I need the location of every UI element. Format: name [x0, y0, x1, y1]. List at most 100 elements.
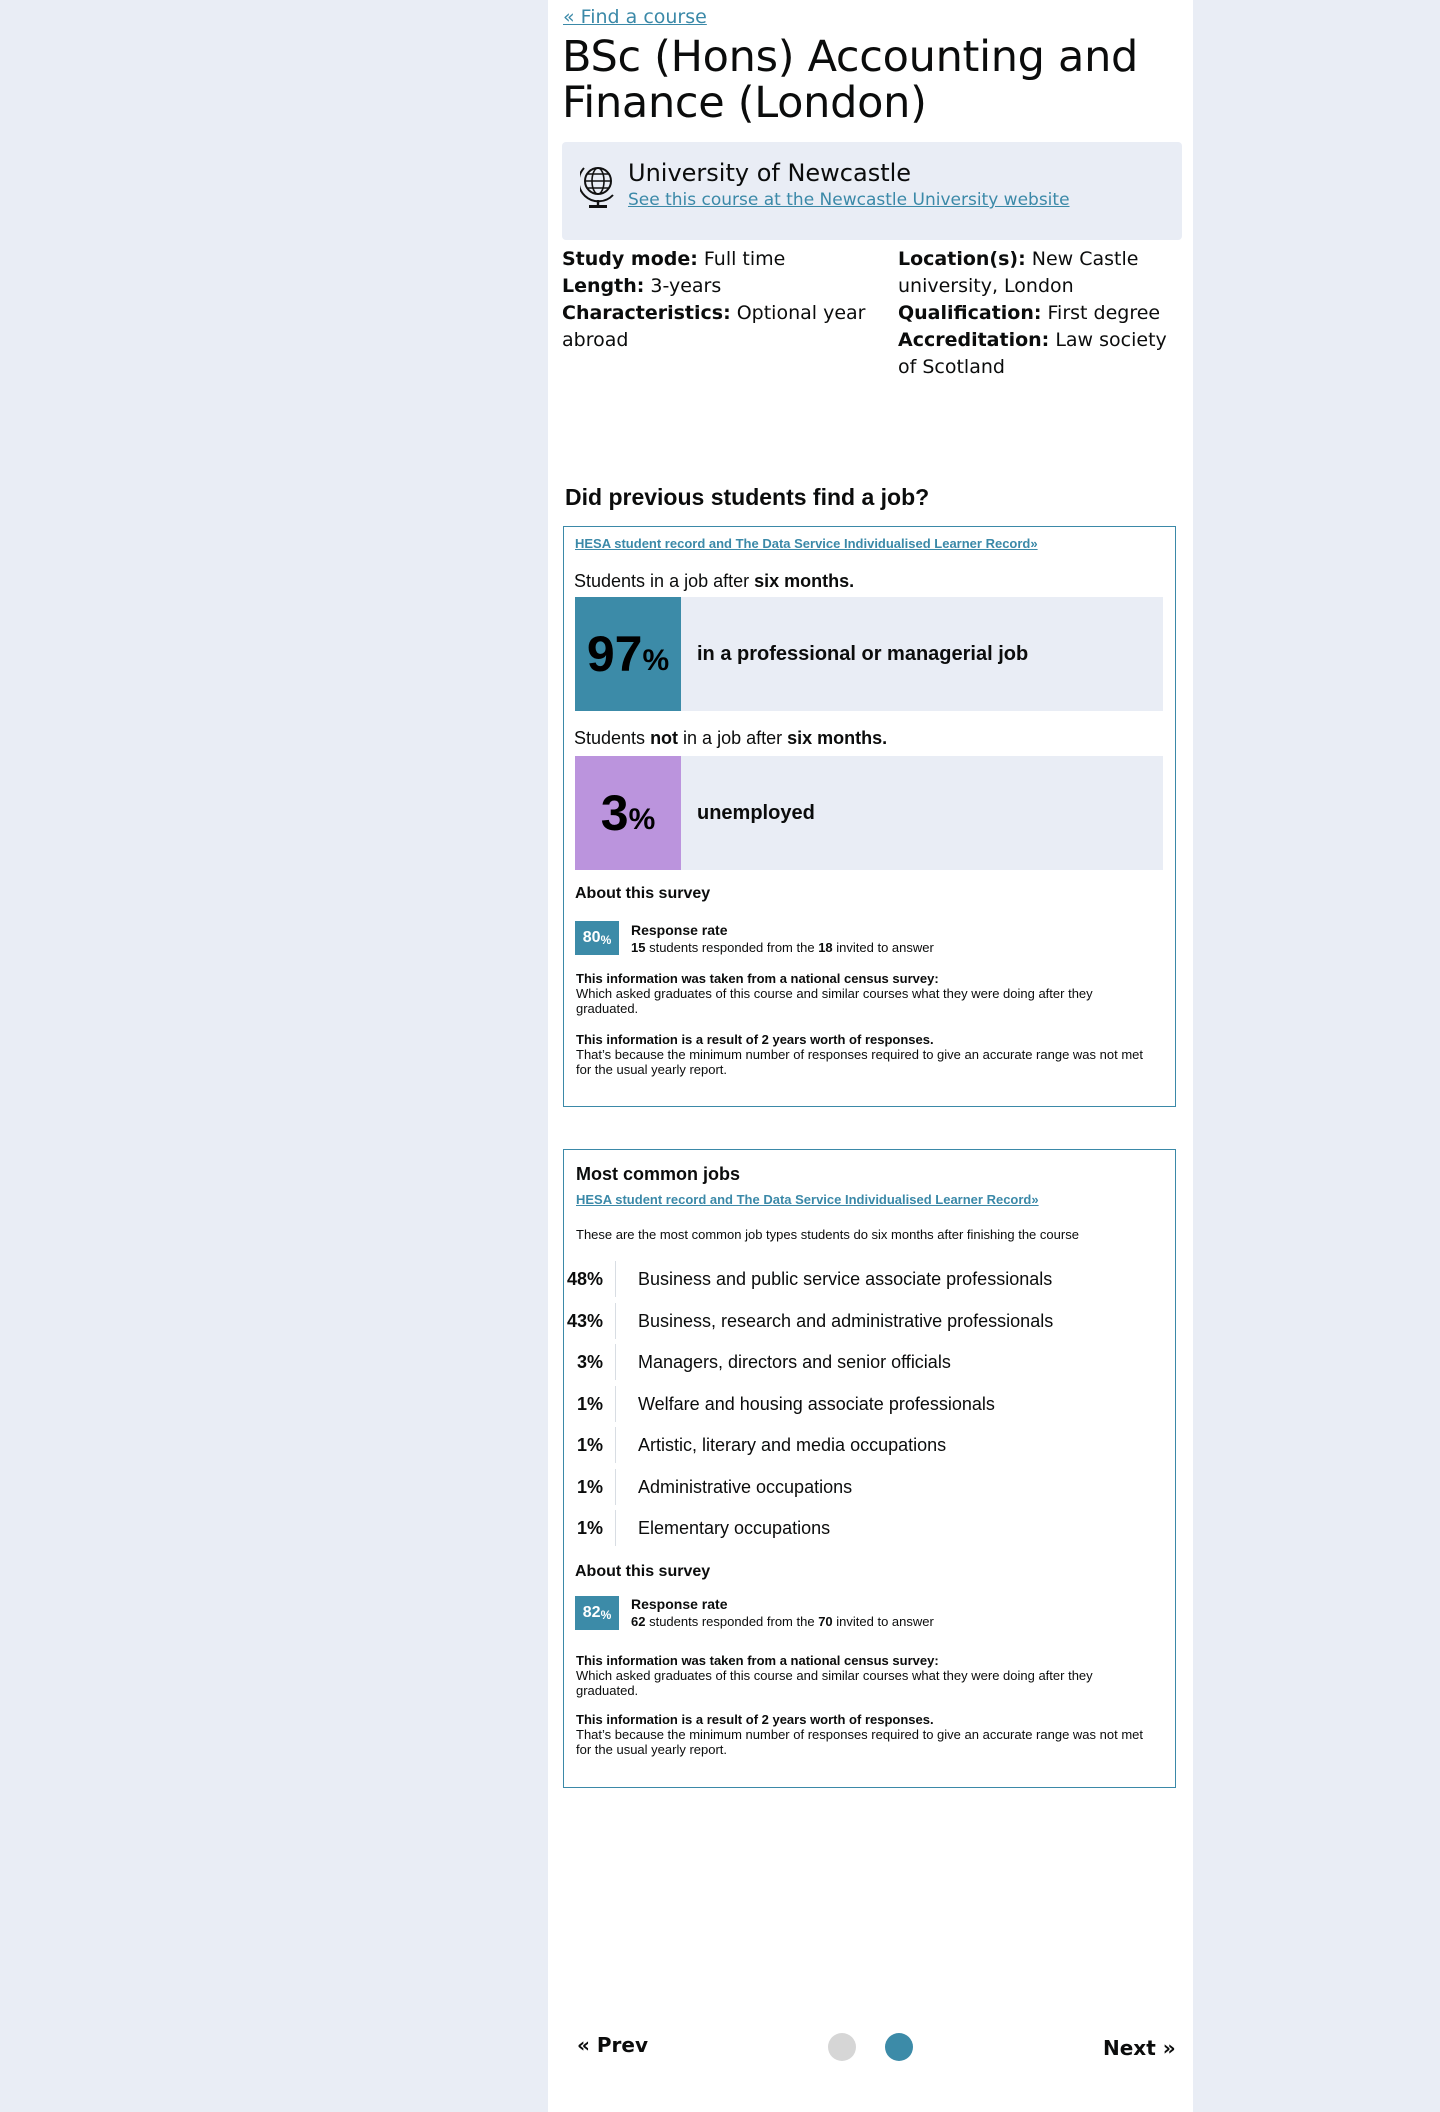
fact-label: Qualification:	[898, 302, 1042, 324]
fact-length: Length: 3-years	[562, 273, 882, 300]
job-row: 48% Business and public service associate…	[564, 1261, 1175, 1303]
note-text: Which asked graduates of this course and…	[576, 1668, 1093, 1698]
course-title: BSc (Hons) Accounting and Finance (Londo…	[562, 32, 1139, 128]
in-job-label: in a professional or managerial job	[697, 642, 1029, 665]
response-rate-badge: 80%	[575, 921, 619, 955]
response-rate-text: 62 students responded from the 70 invite…	[631, 1614, 934, 1629]
data-source-link[interactable]: HESA student record and The Data Service…	[575, 536, 1038, 551]
lead-bold: not	[650, 728, 679, 748]
university-name: University of Newcastle	[628, 159, 912, 187]
data-source-link[interactable]: HESA student record and The Data Service…	[576, 1192, 1039, 1207]
fact-locations: Location(s): New Castle university, Lond…	[898, 246, 1188, 300]
job-name: Elementary occupations	[638, 1518, 831, 1538]
census-note: This information was taken from a nation…	[576, 1653, 1146, 1698]
responded-count: 62	[631, 1614, 646, 1629]
note-title: This information was taken from a nation…	[576, 1653, 939, 1668]
university-card: University of Newcastle See this course …	[562, 142, 1182, 240]
next-button[interactable]: Next »	[1103, 2036, 1176, 2060]
fact-value: 3-years	[650, 275, 722, 297]
percent-sign: %	[600, 932, 612, 947]
invited-count: 18	[818, 940, 833, 955]
two-years-note: This information is a result of 2 years …	[576, 1712, 1146, 1757]
fact-label: Accreditation:	[898, 329, 1050, 351]
census-note: This information was taken from a nation…	[576, 971, 1146, 1016]
common-jobs-title: Most common jobs	[576, 1164, 741, 1184]
note-text: That’s because the minimum number of res…	[576, 1727, 1144, 1757]
fact-label: Study mode:	[562, 248, 698, 270]
job-name: Business, research and administrative pr…	[638, 1310, 1054, 1331]
employment-panel: HESA student record and The Data Service…	[563, 526, 1176, 1107]
percent-sign: %	[628, 803, 656, 836]
not-in-job-lead: Students not in a job after six months.	[574, 728, 887, 749]
job-percentage: 43%	[564, 1302, 616, 1339]
fact-label: Location(s):	[898, 248, 1026, 270]
note-title: This information was taken from a nation…	[576, 971, 939, 986]
response-rate-title: Response rate	[631, 922, 728, 938]
invited-count: 70	[818, 1614, 833, 1629]
job-name: Artistic, literary and media occupations	[638, 1435, 947, 1455]
job-percentage: 3%	[564, 1344, 616, 1380]
job-percentage: 1%	[564, 1427, 616, 1463]
note-text: That’s because the minimum number of res…	[576, 1047, 1144, 1077]
university-website-link[interactable]: See this course at the Newcastle Univers…	[628, 190, 1070, 210]
fact-characteristics: Characteristics: Optional year abroad	[562, 300, 882, 354]
course-facts-right: Location(s): New Castle university, Lond…	[898, 246, 1188, 381]
common-jobs-list: 48% Business and public service associate…	[564, 1261, 1175, 1552]
rate-text: students responded from the	[645, 1614, 819, 1629]
in-job-stat: 97% in a professional or managerial job	[575, 597, 1163, 711]
job-percentage: 1%	[564, 1468, 616, 1505]
page-dot-1[interactable]	[828, 2033, 856, 2061]
lead-text: Students	[574, 728, 651, 748]
response-rate-badge: 82%	[575, 1596, 619, 1630]
job-percentage: 48%	[564, 1261, 616, 1297]
in-job-percentage: 97%	[575, 597, 681, 711]
percentage-value: 97	[586, 626, 643, 682]
fact-accreditation: Accreditation: Law society of Scotland	[898, 327, 1188, 381]
course-facts-left: Study mode: Full time Length: 3-years Ch…	[562, 246, 882, 354]
about-survey-heading: About this survey	[575, 1563, 711, 1580]
unemployed-label: unemployed	[697, 801, 815, 824]
rate-value: 80	[582, 929, 601, 946]
lead-bold: six months.	[754, 571, 855, 591]
page-dot-2-active[interactable]	[885, 2033, 913, 2061]
job-row: 1% Artistic, literary and media occupatio…	[564, 1427, 1175, 1469]
job-name: Welfare and housing associate profession…	[638, 1393, 995, 1414]
responded-count: 15	[631, 940, 646, 955]
job-name: Administrative occupations	[638, 1476, 853, 1497]
job-percentage: 1%	[564, 1510, 616, 1546]
note-text: Which asked graduates of this course and…	[576, 986, 1093, 1016]
in-job-lead: Students in a job after six months.	[574, 571, 854, 592]
note-title: This information is a result of 2 years …	[576, 1032, 934, 1047]
fact-qualification: Qualification: First degree	[898, 300, 1188, 327]
job-row: 3% Managers, directors and senior officia…	[564, 1344, 1175, 1386]
job-name: Business and public service associate pr…	[638, 1269, 1053, 1289]
percentage-value: 3	[600, 785, 629, 841]
fact-study-mode: Study mode: Full time	[562, 246, 882, 273]
lead-text: Students in a job after	[574, 571, 755, 591]
job-row: 1% Administrative occupations	[564, 1468, 1175, 1511]
about-survey-heading: About this survey	[575, 885, 711, 902]
job-section-heading: Did previous students find a job?	[565, 484, 930, 510]
unemployed-stat: 3% unemployed	[575, 756, 1163, 870]
lead-text: in a job after	[678, 728, 788, 748]
note-title: This information is a result of 2 years …	[576, 1712, 934, 1727]
main-column: « Find a course BSc (Hons) Accounting an…	[548, 0, 1193, 2112]
globe-icon	[580, 167, 614, 208]
common-jobs-intro: These are the most common job types stud…	[576, 1227, 1079, 1242]
lead-bold: six months.	[787, 728, 888, 748]
common-jobs-panel: Most common jobs HESA student record and…	[563, 1149, 1176, 1788]
two-years-note: This information is a result of 2 years …	[576, 1032, 1146, 1077]
job-row: 43% Business, research and administrative…	[564, 1302, 1175, 1345]
prev-button[interactable]: « Prev	[577, 2033, 648, 2057]
rate-text: invited to answer	[832, 1614, 934, 1629]
response-rate-text: 15 students responded from the 18 invite…	[631, 940, 934, 955]
find-a-course-link[interactable]: « Find a course	[563, 6, 707, 28]
rate-text: students responded from the	[645, 940, 819, 955]
job-percentage: 1%	[564, 1385, 616, 1422]
rate-value: 82	[582, 1604, 601, 1621]
fact-label: Length:	[562, 275, 645, 297]
fact-value: First degree	[1047, 302, 1161, 324]
job-row: 1% Welfare and housing associate professi…	[564, 1385, 1175, 1428]
fact-value: Full time	[703, 248, 786, 270]
job-row: 1% Elementary occupations	[564, 1510, 1175, 1552]
